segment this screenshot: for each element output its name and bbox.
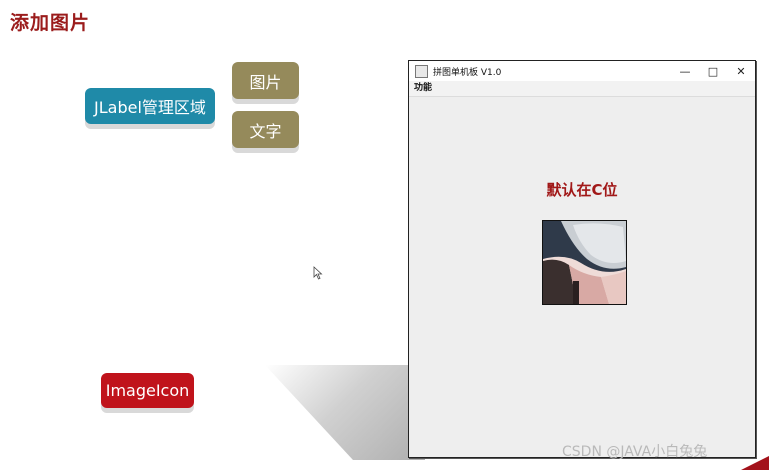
imageicon-label: ImageIcon: [101, 373, 194, 408]
corner-decoration: [741, 456, 769, 470]
window-content: 默认在C位: [409, 97, 755, 457]
mouse-cursor-icon: [313, 266, 323, 280]
slide-title: 添加图片: [10, 12, 91, 34]
projection-shadow: [265, 365, 425, 460]
window-titlebar[interactable]: 拼图单机板 V1.0 — □ ✕: [409, 61, 755, 81]
jlabel-area-label: JLabel管理区域: [85, 88, 215, 124]
watermark: CSDN @JAVA小白兔兔: [562, 444, 708, 460]
text-label: 文字: [232, 111, 299, 148]
minimize-button[interactable]: —: [671, 61, 699, 81]
puzzle-image: [542, 220, 627, 305]
window-title: 拼图单机板 V1.0: [433, 67, 502, 78]
maximize-button[interactable]: □: [699, 61, 727, 81]
app-window: 拼图单机板 V1.0 — □ ✕ 功能 默认在C位: [408, 60, 756, 458]
animal-photo-icon: [543, 221, 626, 304]
java-app-icon: [415, 64, 428, 78]
menu-bar: 功能: [409, 81, 755, 97]
image-label: 图片: [232, 62, 299, 99]
default-center-label: 默认在C位: [546, 181, 618, 199]
menu-item-function[interactable]: 功能: [414, 83, 432, 93]
close-button[interactable]: ✕: [727, 61, 755, 81]
